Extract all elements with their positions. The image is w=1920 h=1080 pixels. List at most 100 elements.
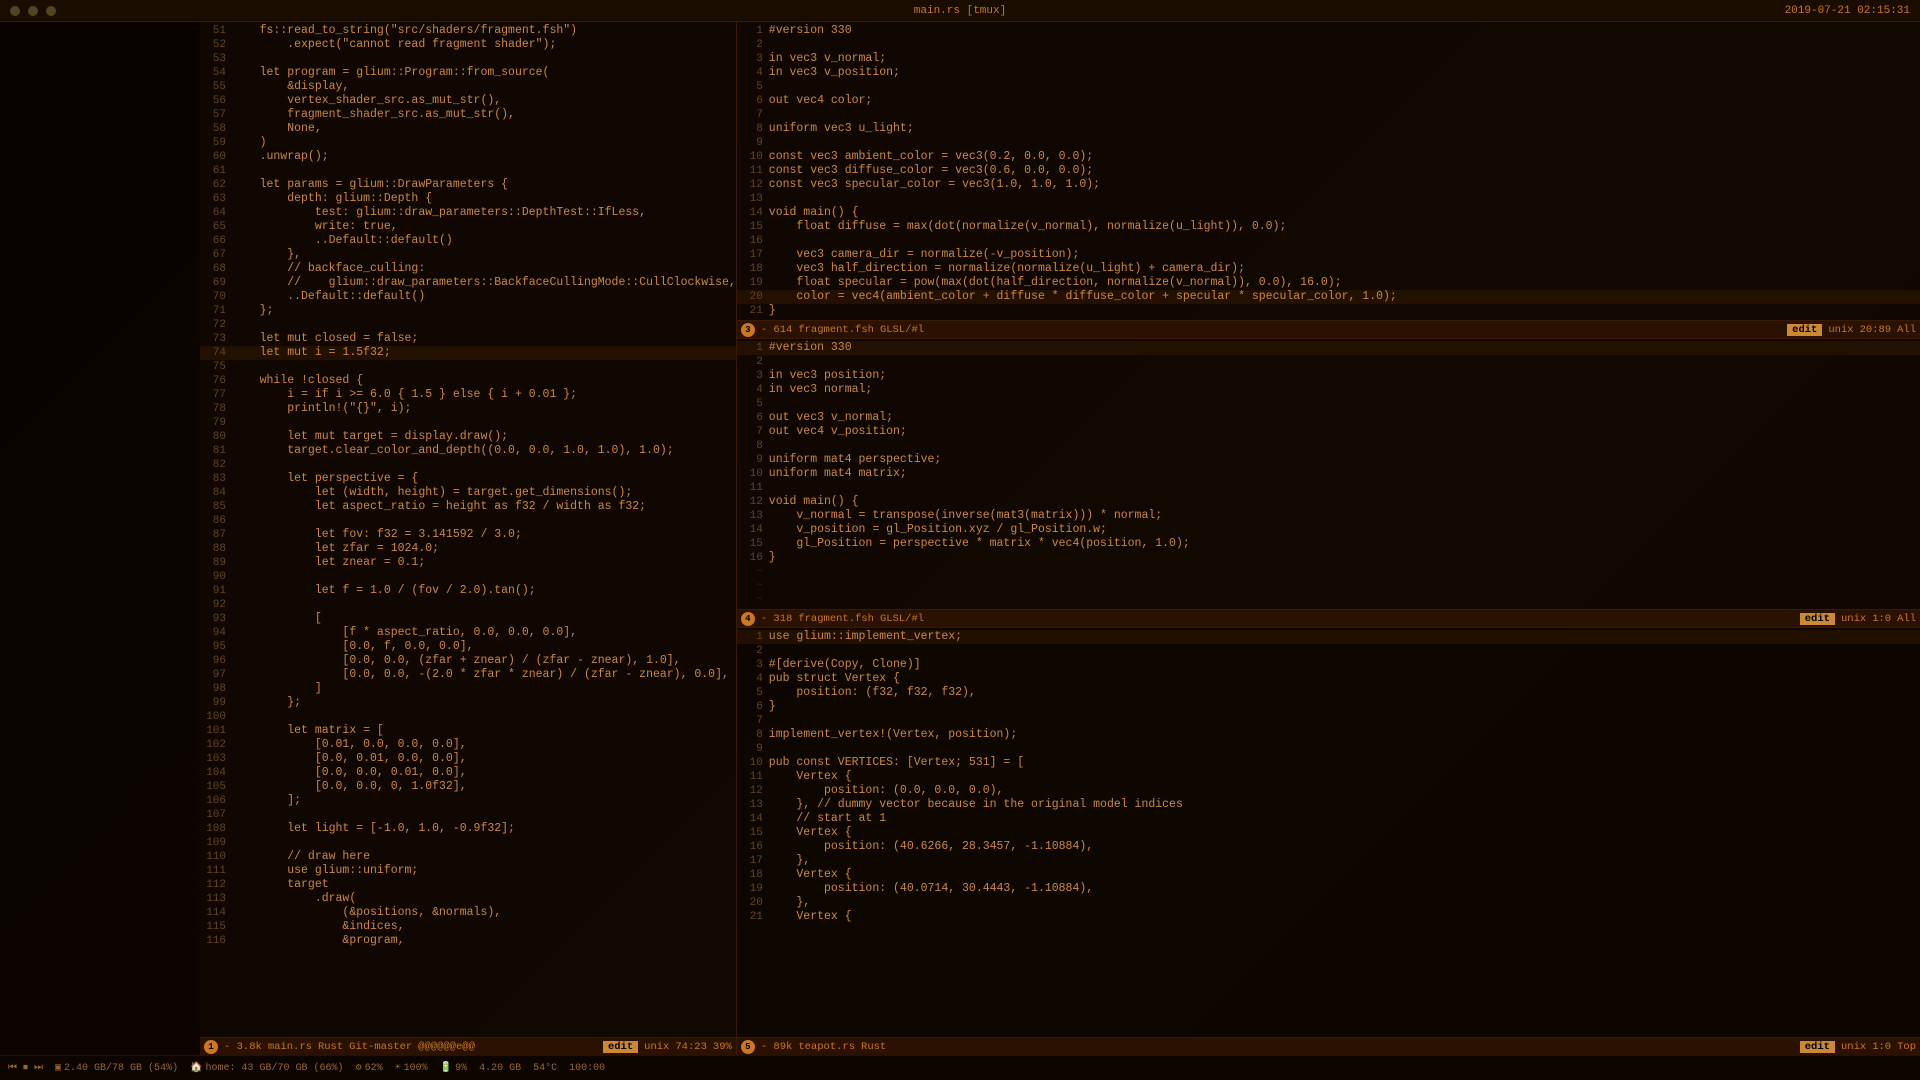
line-content: }, — [232, 248, 736, 262]
code-line: 93 [ — [200, 612, 736, 626]
line-content: out vec3 v_normal; — [769, 411, 1920, 425]
line-content: uniform vec3 u_light; — [769, 122, 1920, 136]
git-branch: Git-master — [349, 1041, 412, 1053]
line-content: }, — [769, 854, 1920, 868]
line-number: 76 — [200, 374, 232, 388]
line-number: 18 — [737, 868, 769, 882]
line-content: [ — [232, 612, 736, 626]
line-content: v_normal = transpose(inverse(mat3(matrix… — [769, 509, 1920, 523]
line-number: 15 — [737, 537, 769, 551]
maximize-btn[interactable] — [46, 6, 56, 16]
code-line: 15 Vertex { — [737, 826, 1920, 840]
line-content: let light = [-1.0, 1.0, -0.9f32]; — [232, 822, 736, 836]
line-number: 82 — [200, 458, 232, 472]
home-icon: 🏠 — [190, 1062, 202, 1074]
code-line: 8implement_vertex!(Vertex, position); — [737, 728, 1920, 742]
code-line: 6} — [737, 700, 1920, 714]
code-line: 76 while !closed { — [200, 374, 736, 388]
line-content: #version 330 — [769, 24, 1920, 38]
line-number: 116 — [200, 934, 232, 948]
close-btn[interactable] — [10, 6, 20, 16]
code-line: 3in vec3 position; — [737, 369, 1920, 383]
code-line: 11 Vertex { — [737, 770, 1920, 784]
code-line: 73 let mut closed = false; — [200, 332, 736, 346]
line-number: 12 — [737, 784, 769, 798]
sys-playback[interactable]: ⏮ ⏹ ⏭ — [8, 1062, 43, 1074]
line-content: Vertex { — [769, 868, 1920, 882]
line-number: 2 — [737, 355, 769, 369]
line-number: 17 — [737, 854, 769, 868]
line-number: 9 — [737, 453, 769, 467]
code-line: 80 let mut target = display.draw(); — [200, 430, 736, 444]
code-editor-vertex-fsh[interactable]: 1#version 33023in vec3 position;4in vec3… — [737, 339, 1920, 609]
pane-vertex-fsh: 1#version 33023in vec3 position;4in vec3… — [737, 339, 1920, 628]
line-content — [232, 360, 736, 374]
line-number: 86 — [200, 514, 232, 528]
code-line: 115 &indices, — [200, 920, 736, 934]
lines-count: - 3.8k — [224, 1041, 262, 1053]
line-content: pub const VERTICES: [Vertex; 531] = [ — [769, 756, 1920, 770]
sys-brightness: ☀ 100% — [395, 1062, 428, 1074]
vim-mode-vfsh: edit — [1800, 613, 1835, 625]
minimize-btn[interactable] — [28, 6, 38, 16]
line-content: const vec3 ambient_color = vec3(0.2, 0.0… — [769, 150, 1920, 164]
play-icon: ⏮ ⏹ ⏭ — [8, 1062, 43, 1074]
line-content: let znear = 0.1; — [232, 556, 736, 570]
status-right-main: edit unix 74:23 39% — [603, 1041, 732, 1053]
line-content: .draw( — [232, 892, 736, 906]
sys-temp: 54°C — [533, 1063, 557, 1074]
line-number: 51 — [200, 24, 232, 38]
lines-count-frag: - 614 — [761, 324, 793, 336]
code-line: 4in vec3 v_position; — [737, 66, 1920, 80]
line-content — [232, 52, 736, 66]
line-number: 6 — [737, 94, 769, 108]
line-content: gl_Position = perspective * matrix * vec… — [769, 537, 1920, 551]
line-content: target — [232, 878, 736, 892]
brightness-icon: ☀ — [395, 1062, 401, 1074]
symbols: @@@@@@e@@ — [418, 1041, 475, 1053]
code-line: 100 — [200, 710, 736, 724]
line-content: let (width, height) = target.get_dimensi… — [232, 486, 736, 500]
line-number: 1 — [737, 630, 769, 644]
code-line: 79 — [200, 416, 736, 430]
code-line: 3#[derive(Copy, Clone)] — [737, 658, 1920, 672]
code-line: 3in vec3 v_normal; — [737, 52, 1920, 66]
sys-memory: ▣ 2.40 GB/78 GB (54%) — [55, 1062, 178, 1074]
line-number: 99 — [200, 696, 232, 710]
line-content: ) — [232, 136, 736, 150]
code-line: 16} — [737, 551, 1920, 565]
cursor-pos-main: 74:23 — [675, 1041, 707, 1053]
code-line: 92 — [200, 598, 736, 612]
line-content: let aspect_ratio = height as f32 / width… — [232, 500, 736, 514]
line-number: 5 — [737, 80, 769, 94]
line-content — [769, 714, 1920, 728]
line-content: position: (40.6266, 28.3457, -1.10884), — [769, 840, 1920, 854]
code-editor-fragment[interactable]: 1#version 33023in vec3 v_normal;4in vec3… — [737, 22, 1920, 320]
code-line: 111 use glium::uniform; — [200, 864, 736, 878]
cpu-value: 62% — [365, 1063, 383, 1074]
code-line: ~ — [737, 593, 1920, 607]
code-line: 16 — [737, 234, 1920, 248]
line-number: 66 — [200, 234, 232, 248]
line-number: 14 — [737, 206, 769, 220]
code-line: 20 }, — [737, 896, 1920, 910]
line-number: 60 — [200, 150, 232, 164]
line-content: // backface_culling: — [232, 262, 736, 276]
code-line: 12void main() { — [737, 495, 1920, 509]
pane-main-rs: 51 fs::read_to_string("src/shaders/fragm… — [200, 22, 737, 1055]
line-number: 64 — [200, 206, 232, 220]
vim-mode-frag: edit — [1787, 324, 1822, 336]
line-number: 94 — [200, 626, 232, 640]
line-number: 19 — [737, 276, 769, 290]
line-number: 81 — [200, 444, 232, 458]
code-editor-main[interactable]: 51 fs::read_to_string("src/shaders/fragm… — [200, 22, 736, 1037]
line-number: 78 — [200, 402, 232, 416]
code-line: 13 — [737, 192, 1920, 206]
line-number: 108 — [200, 822, 232, 836]
line-content: void main() { — [769, 206, 1920, 220]
code-line: 72 — [200, 318, 736, 332]
line-number: 112 — [200, 878, 232, 892]
code-line: 17 vec3 camera_dir = normalize(-v_positi… — [737, 248, 1920, 262]
line-content — [769, 355, 1920, 369]
code-editor-teapot[interactable]: 1use glium::implement_vertex;23#[derive(… — [737, 628, 1920, 1037]
